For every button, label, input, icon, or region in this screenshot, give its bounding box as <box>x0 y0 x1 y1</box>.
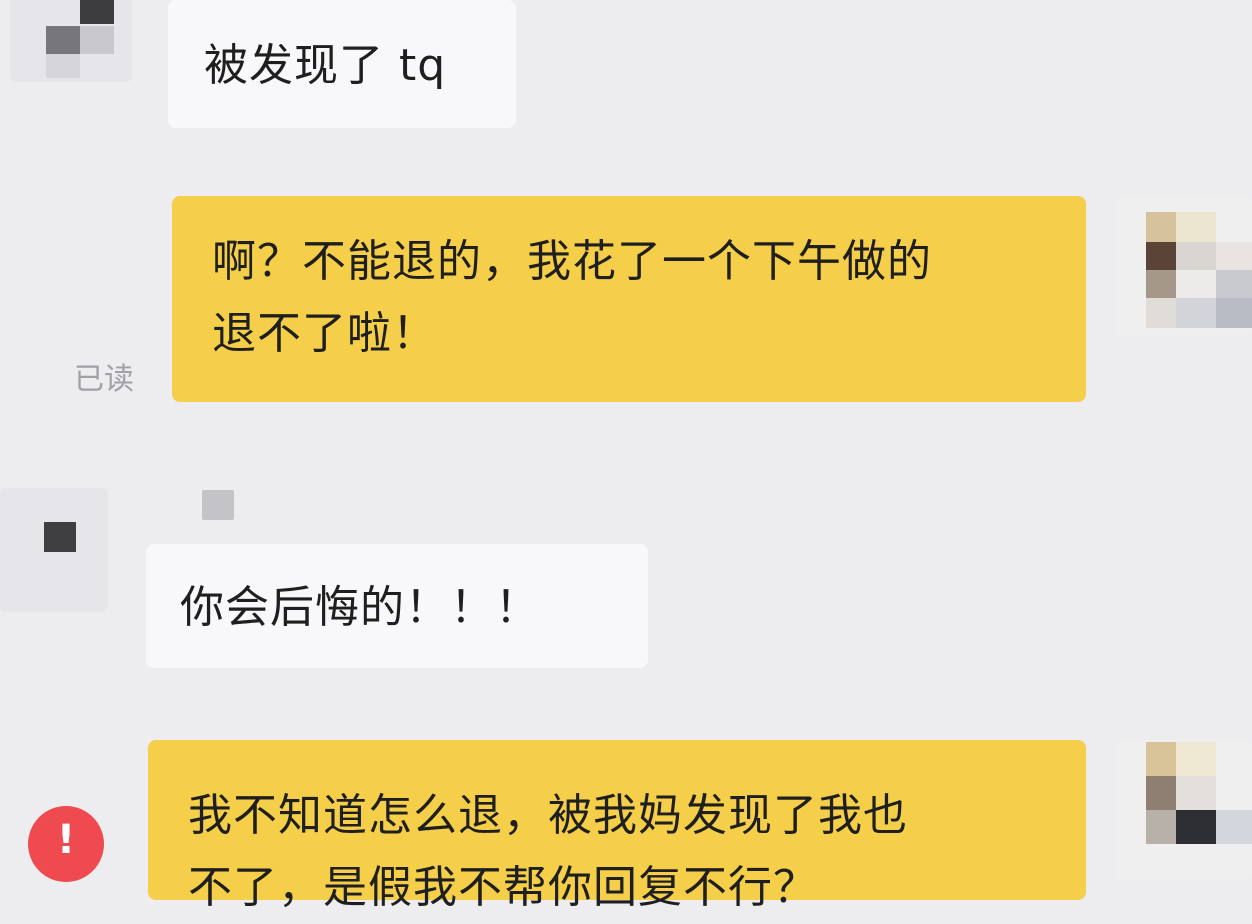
avatar-pixel <box>1176 270 1216 298</box>
message-bubble-outgoing[interactable]: 我不知道怎么退，被我妈发现了我也 不了，是假我不帮你回复不行？ <box>148 740 1086 913</box>
avatar-pixel <box>1216 242 1252 270</box>
avatar-pixel <box>1146 742 1176 776</box>
message-text: 我不知道怎么退，被我妈发现了我也 <box>188 790 908 841</box>
avatar-pixel <box>46 26 80 54</box>
avatar-pixel <box>1146 270 1176 298</box>
avatar-pixel <box>1216 298 1252 328</box>
avatar-pixel <box>44 522 76 552</box>
contact-avatar-icon[interactable] <box>0 488 108 612</box>
message-bubble-outgoing[interactable]: 啊？不能退的，我花了一个下午做的 退不了啦！ <box>172 196 1086 402</box>
avatar-pixel <box>1176 242 1216 270</box>
avatar-pixel <box>46 54 80 78</box>
message-bubble-incoming[interactable]: 你会后悔的！！！ <box>146 544 648 668</box>
message-text: 退不了啦！ <box>212 308 437 359</box>
avatar-pixel <box>1176 298 1216 328</box>
avatar-pixel <box>1146 776 1176 810</box>
message-text: 被发现了 tq <box>204 40 447 91</box>
chat-message-list[interactable]: 被发现了 tq 啊？不能退的，我花了一个下午做的 退不了啦！ 已读 你会后悔的！… <box>0 0 1252 913</box>
send-failed-error-icon[interactable]: ! <box>28 806 104 882</box>
message-text: 啊？不能退的，我花了一个下午做的 <box>212 236 932 287</box>
avatar-pixel <box>1216 270 1252 298</box>
avatar-pixel <box>1176 212 1216 242</box>
sender-name-icon <box>202 490 234 520</box>
read-status: 已读 <box>74 362 134 397</box>
avatar-pixel <box>1146 298 1176 328</box>
avatar-pixel <box>1176 776 1216 810</box>
self-avatar-icon[interactable] <box>1116 196 1252 336</box>
message-bubble-incoming[interactable]: 被发现了 tq <box>168 0 516 128</box>
avatar-pixel <box>1146 212 1176 242</box>
avatar-pixel <box>80 0 114 24</box>
avatar-pixel <box>1216 810 1252 844</box>
avatar-pixel <box>1146 242 1176 270</box>
avatar-pixel <box>1176 810 1216 844</box>
avatar-pixel <box>80 26 114 54</box>
avatar-pixel <box>1176 742 1216 776</box>
message-text: 不了，是假我不帮你回复不行？ <box>188 862 818 913</box>
avatar-pixel <box>1146 810 1176 844</box>
message-text: 你会后悔的！！！ <box>180 582 540 633</box>
self-avatar-icon[interactable] <box>1116 740 1252 880</box>
contact-avatar-icon[interactable] <box>10 0 132 82</box>
